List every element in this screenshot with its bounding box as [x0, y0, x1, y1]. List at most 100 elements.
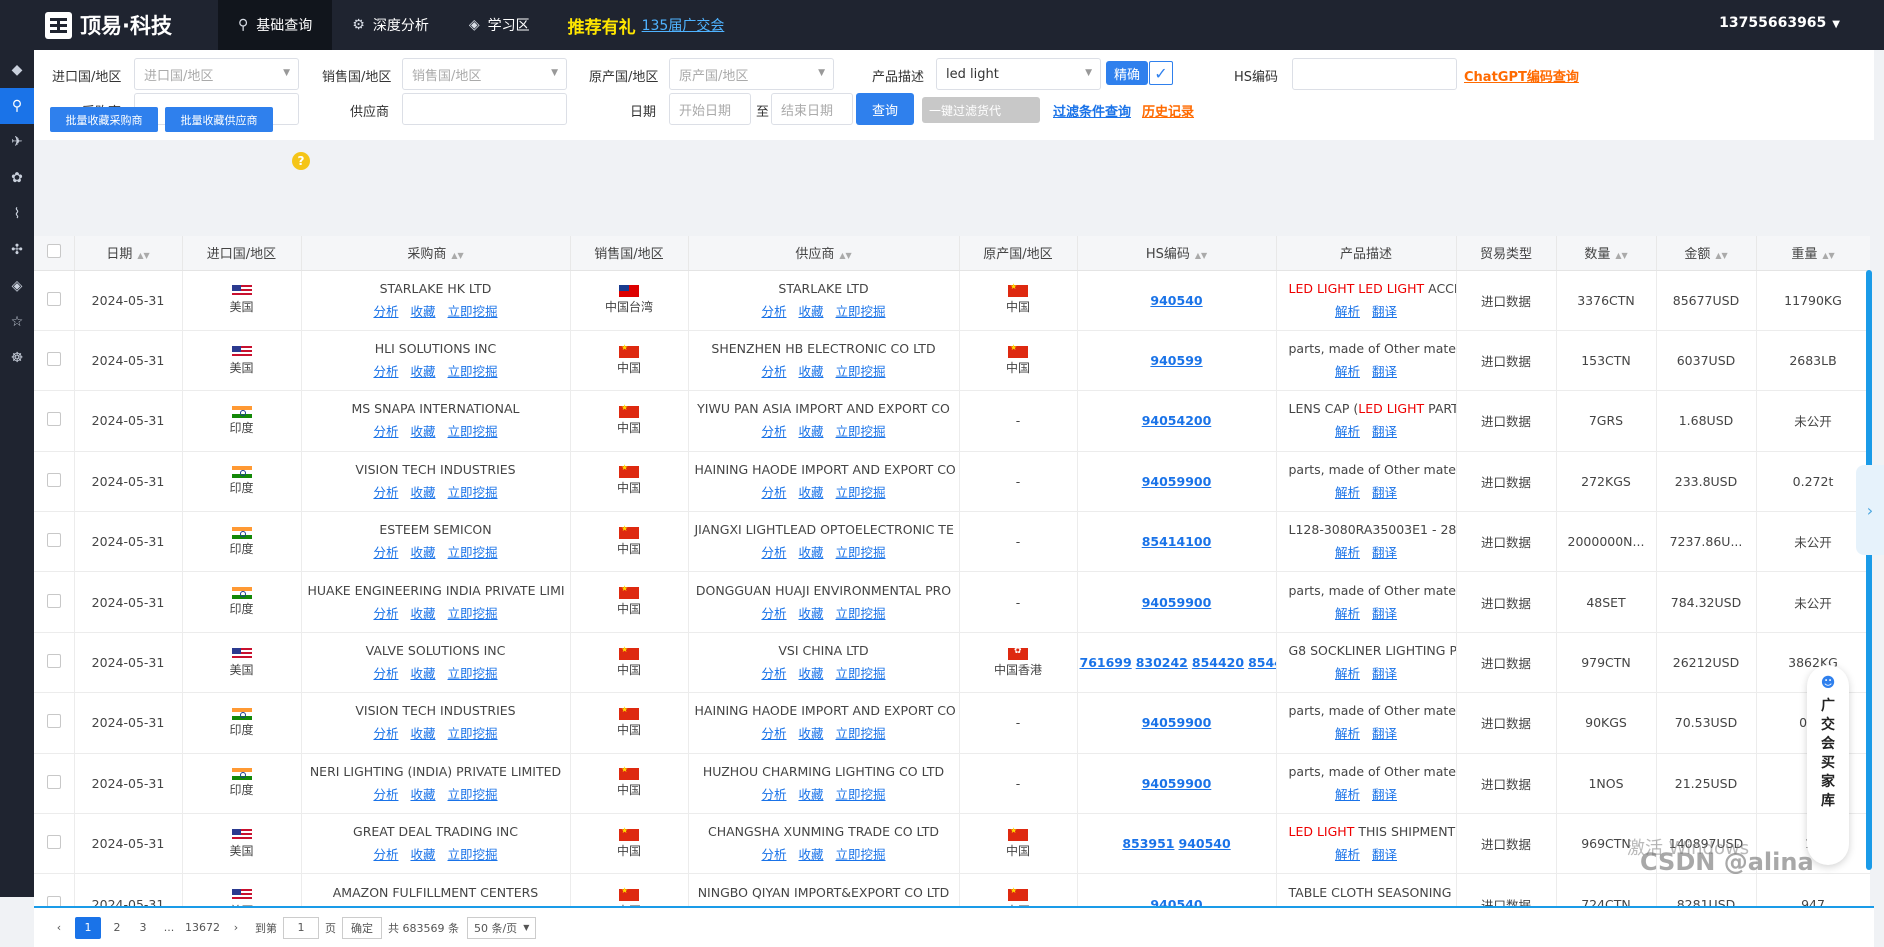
product-desc-input[interactable]: led light▼ [936, 58, 1101, 90]
row-select[interactable] [34, 391, 74, 451]
mine-now-link[interactable]: 立即挖掘 [448, 485, 498, 500]
row-select[interactable] [34, 451, 74, 511]
cell-supplier-name[interactable]: VSI CHINA LTD [689, 643, 959, 658]
header-quantity[interactable]: 数量▲▼ [1556, 236, 1656, 270]
translate-link[interactable]: 翻译 [1372, 606, 1397, 621]
hs-code-link[interactable]: 94059900 [1142, 474, 1212, 489]
cell-buyer-name[interactable]: HUAKE ENGINEERING INDIA PRIVATE LIMI [302, 583, 570, 598]
translate-link[interactable]: 翻译 [1372, 364, 1397, 379]
cell-supplier-name[interactable]: SHENZHEN HB ELECTRONIC CO LTD [689, 341, 959, 356]
analyze-link[interactable]: 分析 [373, 545, 398, 560]
cell-buyer-name[interactable]: ESTEEM SEMICON [302, 522, 570, 537]
cell-buyer-name[interactable]: GREAT DEAL TRADING INC [302, 824, 570, 839]
sort-icon[interactable]: ▲▼ [1615, 251, 1627, 260]
translate-link[interactable]: 翻译 [1372, 545, 1397, 560]
cell-supplier-name[interactable]: HAINING HAODE IMPORT AND EXPORT CO [689, 462, 959, 477]
graduation-cap-icon[interactable]: ◈ [0, 268, 34, 304]
translate-link[interactable]: 翻译 [1372, 726, 1397, 741]
cell-buyer-name[interactable]: HLI SOLUTIONS INC [302, 341, 570, 356]
page-2[interactable]: 2 [107, 917, 127, 939]
analyze-link[interactable]: 分析 [373, 485, 398, 500]
header-hs-code[interactable]: HS编码▲▼ [1077, 236, 1276, 270]
cell-supplier-name[interactable]: JIANGXI LIGHTLEAD OPTOELECTRONIC TE [689, 522, 959, 537]
analyze-link[interactable]: 分析 [373, 364, 398, 379]
query-button[interactable]: 查询 [856, 93, 914, 125]
favorite-link[interactable]: 收藏 [410, 666, 435, 681]
translate-link[interactable]: 翻译 [1372, 304, 1397, 319]
row-checkbox[interactable] [47, 533, 61, 547]
parse-link[interactable]: 解析 [1335, 364, 1360, 379]
table-row[interactable]: 2024-05-31印度MS SNAPA INTERNATIONAL分析收藏立即… [34, 391, 1870, 451]
favorite-link[interactable]: 收藏 [410, 304, 435, 319]
next-page-icon[interactable]: › [226, 917, 246, 939]
mine-now-link[interactable]: 立即挖掘 [836, 787, 886, 802]
mine-now-link[interactable]: 立即挖掘 [448, 726, 498, 741]
parse-link[interactable]: 解析 [1335, 424, 1360, 439]
mine-now-link[interactable]: 立即挖掘 [448, 424, 498, 439]
cell-supplier-name[interactable]: YIWU PAN ASIA IMPORT AND EXPORT CO [689, 401, 959, 416]
cell-supplier-name[interactable]: CHANGSHA XUNMING TRADE CO LTD [689, 824, 959, 839]
translate-link[interactable]: 翻译 [1372, 485, 1397, 500]
brand-logo[interactable]: 顶易·科技 [0, 10, 218, 40]
table-row[interactable]: 2024-05-31印度VISION TECH INDUSTRIES分析收藏立即… [34, 693, 1870, 753]
mine-now-link[interactable]: 立即挖掘 [836, 485, 886, 500]
header-weight[interactable]: 重量▲▼ [1756, 236, 1870, 270]
page-3[interactable]: 3 [133, 917, 153, 939]
analyze-link[interactable]: 分析 [761, 485, 786, 500]
analyze-link[interactable]: 分析 [761, 666, 786, 681]
sort-icon[interactable]: ▲▼ [137, 251, 149, 260]
row-select[interactable] [34, 330, 74, 390]
favorite-link[interactable]: 收藏 [798, 606, 823, 621]
header-select-all[interactable] [34, 236, 74, 270]
hs-code-link[interactable]: 853951 [1122, 836, 1174, 851]
cell-supplier-name[interactable]: HAINING HAODE IMPORT AND EXPORT CO [689, 703, 959, 718]
hs-code-link[interactable]: 854442 [1248, 655, 1276, 670]
mine-now-link[interactable]: 立即挖掘 [448, 666, 498, 681]
drone-icon[interactable]: ✣ [0, 232, 34, 268]
parse-link[interactable]: 解析 [1335, 545, 1360, 560]
favorite-link[interactable]: 收藏 [410, 606, 435, 621]
favorite-link[interactable]: 收藏 [798, 364, 823, 379]
row-checkbox[interactable] [47, 714, 61, 728]
cell-buyer-name[interactable]: NERI LIGHTING (INDIA) PRIVATE LIMITED [302, 764, 570, 779]
canton-fair-buyer-widget[interactable]: ☻ 广交会买家库 [1807, 665, 1849, 865]
hs-code-link[interactable]: 940540 [1179, 836, 1231, 851]
layers-icon[interactable]: ◆ [0, 52, 34, 88]
favorite-link[interactable]: 收藏 [798, 545, 823, 560]
cell-supplier-name[interactable]: NINGBO QIYAN IMPORT&EXPORT CO LTD [689, 885, 959, 900]
row-checkbox[interactable] [47, 352, 61, 366]
table-row[interactable]: 2024-05-31印度ESTEEM SEMICON分析收藏立即挖掘中国JIAN… [34, 512, 1870, 572]
supplier-input[interactable] [402, 93, 567, 125]
chatgpt-code-link[interactable]: ChatGPT编码查询 [1464, 66, 1579, 85]
analyze-link[interactable]: 分析 [761, 364, 786, 379]
user-account[interactable]: 13755663965▼ [1719, 15, 1840, 31]
translate-link[interactable]: 翻译 [1372, 424, 1397, 439]
mine-now-link[interactable]: 立即挖掘 [448, 545, 498, 560]
sort-icon[interactable]: ▲▼ [451, 251, 463, 260]
table-row[interactable]: 2024-05-31美国VALVE SOLUTIONS INC分析收藏立即挖掘中… [34, 632, 1870, 692]
favorite-link[interactable]: 收藏 [410, 726, 435, 741]
analyze-link[interactable]: 分析 [761, 726, 786, 741]
hs-code-link[interactable]: 94059900 [1142, 595, 1212, 610]
row-checkbox[interactable] [47, 412, 61, 426]
page-size-select[interactable]: 50 条/页▼ [467, 917, 536, 939]
mine-now-link[interactable]: 立即挖掘 [448, 304, 498, 319]
cell-buyer-name[interactable]: STARLAKE HK LTD [302, 281, 570, 296]
table-row[interactable]: 2024-05-31印度NERI LIGHTING (INDIA) PRIVAT… [34, 753, 1870, 813]
favorite-link[interactable]: 收藏 [798, 726, 823, 741]
favorite-link[interactable]: 收藏 [410, 485, 435, 500]
promo-title[interactable]: 推荐有礼 [568, 13, 636, 38]
cell-buyer-name[interactable]: MS SNAPA INTERNATIONAL [302, 401, 570, 416]
page-last[interactable]: 13672 [185, 917, 220, 939]
hs-code-link[interactable]: 94054200 [1142, 413, 1212, 428]
batch-fav-suppliers-button[interactable]: 批量收藏供应商 [165, 107, 273, 132]
start-date-input[interactable]: 开始日期 [669, 93, 751, 125]
row-select[interactable] [34, 572, 74, 632]
hs-code-link[interactable]: 94059900 [1142, 776, 1212, 791]
expand-panel-tab[interactable]: › [1856, 465, 1884, 555]
hs-code-input[interactable] [1292, 58, 1457, 90]
table-row[interactable]: 2024-05-31美国AMAZON FULFILLMENT CENTERS分析… [34, 874, 1870, 908]
row-checkbox[interactable] [47, 775, 61, 789]
header-supplier[interactable]: 供应商▲▼ [688, 236, 959, 270]
sell-country-select[interactable]: 销售国/地区▼ [402, 58, 567, 90]
